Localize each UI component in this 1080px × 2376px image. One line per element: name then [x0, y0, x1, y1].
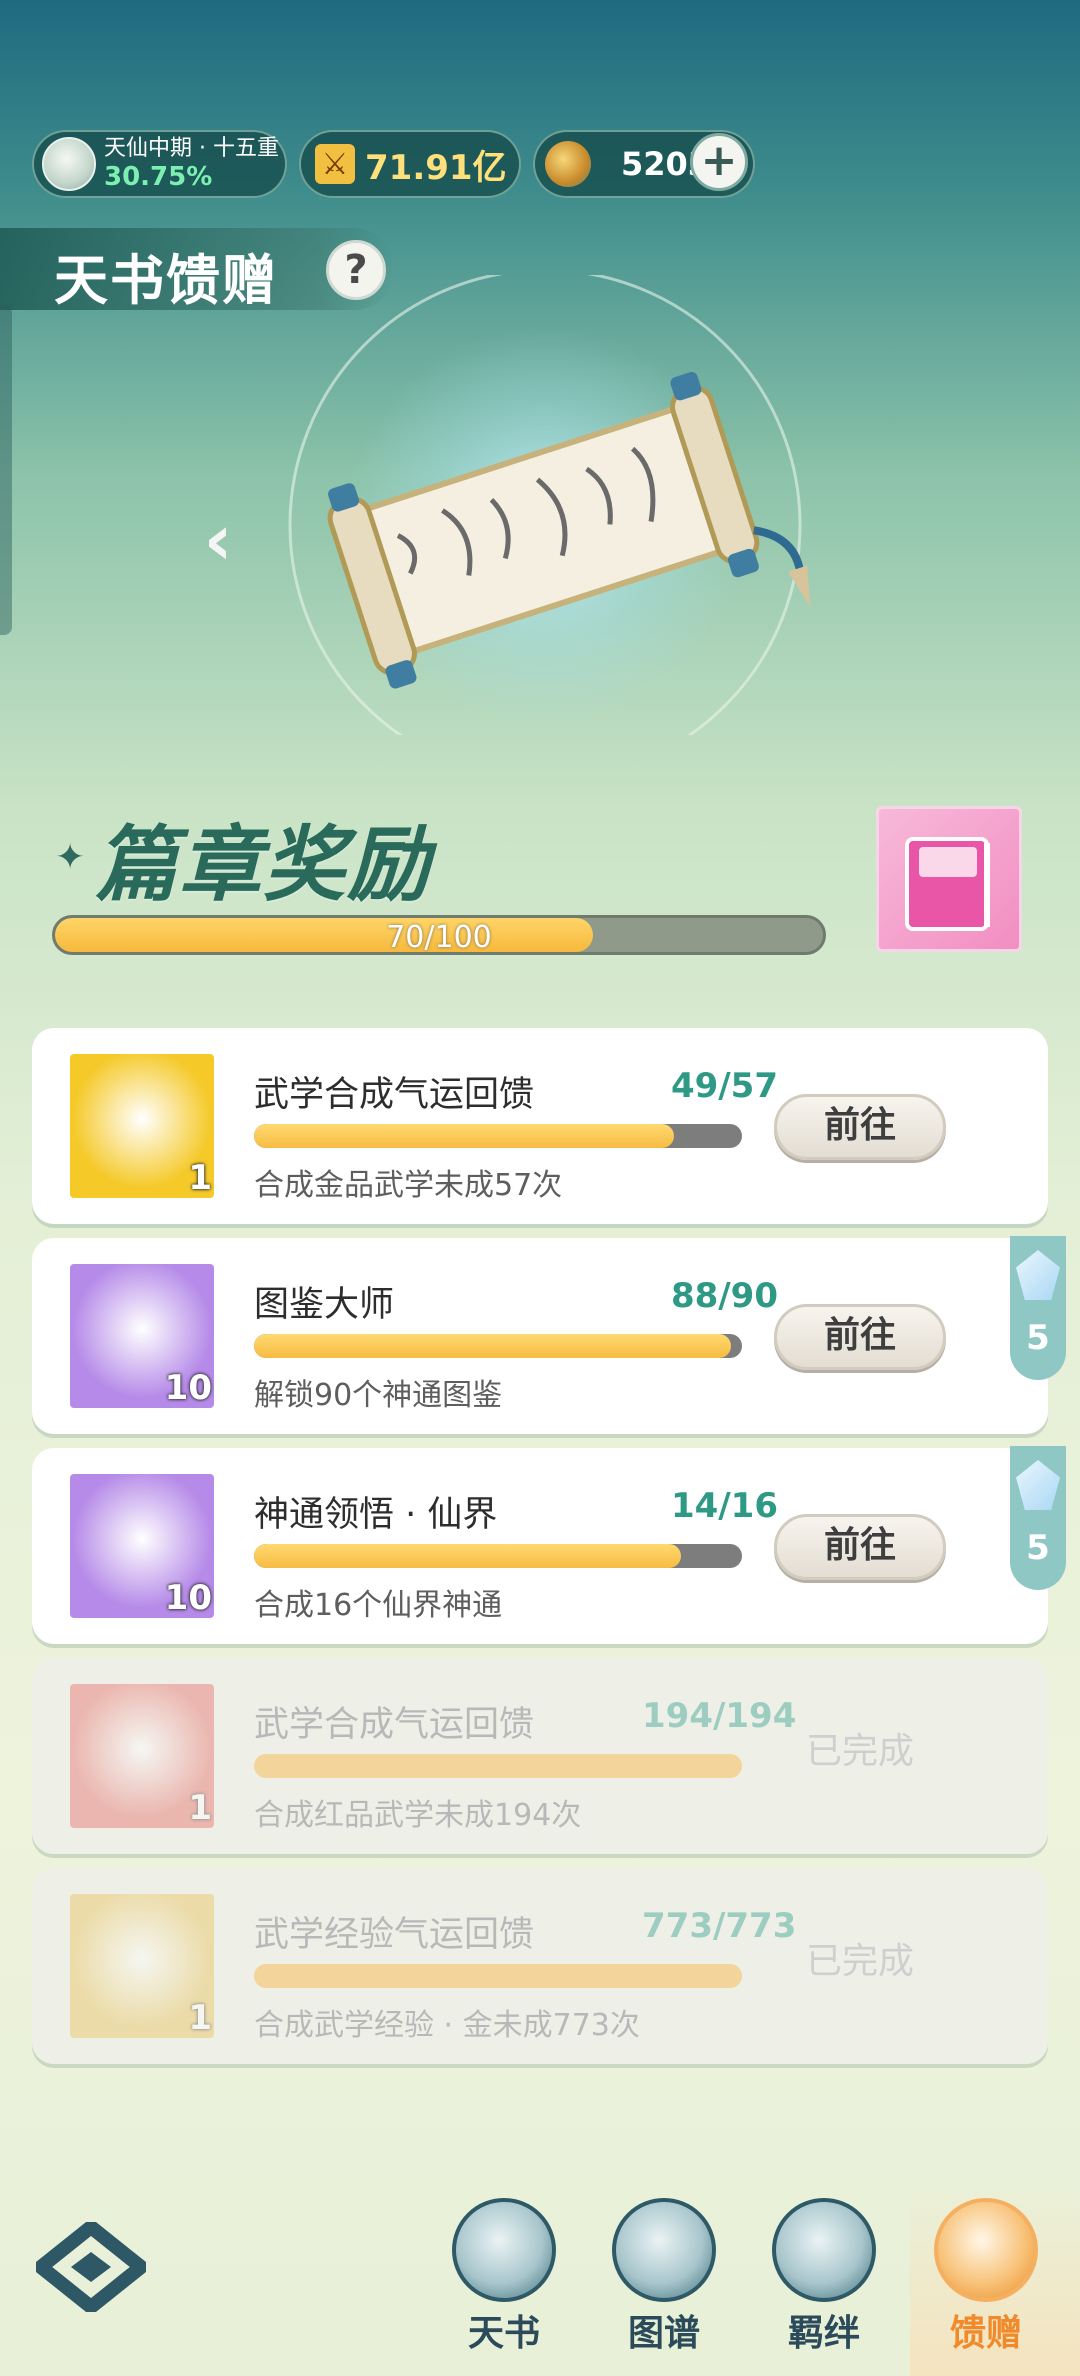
- task-card: 1 武学经验气运回馈 773/773 合成武学经验 · 金未成773次 已完成: [32, 1868, 1048, 2064]
- reward-count: 10: [164, 1578, 212, 1618]
- side-drawer-handle[interactable]: [0, 305, 12, 635]
- task-name: 武学合成气运回馈: [254, 1705, 535, 1745]
- nav-label: 馈赠: [949, 2313, 1022, 2354]
- realm-badge[interactable]: 天仙中期 · 十五重 30.75%: [32, 130, 287, 198]
- jade-coin-icon: [545, 141, 591, 187]
- reward-count: 1: [188, 1788, 212, 1828]
- book-icon: [452, 2198, 556, 2302]
- go-button[interactable]: 前往: [774, 1514, 946, 1580]
- power-value: 71.91亿: [365, 147, 507, 188]
- task-description: 合成16个仙界神通: [254, 1588, 503, 1623]
- task-progress-text: 88/90: [670, 1276, 778, 1316]
- task-progress-bar: [254, 1754, 742, 1778]
- task-progress-bar: [254, 1334, 742, 1358]
- extra-reward-tag[interactable]: 5: [1010, 1446, 1066, 1590]
- red-book-icon: 1: [70, 1684, 214, 1828]
- go-button[interactable]: 前往: [774, 1304, 946, 1370]
- task-list: 1 武学合成气运回馈 49/57 合成金品武学未成57次 前往 10 图鉴大师 88/90 解锁…: [32, 1028, 1066, 2078]
- reward-count: 1: [188, 1158, 212, 1198]
- extra-reward-count: 5: [1026, 1528, 1050, 1568]
- realm-name: 天仙中期 · 十五重: [104, 136, 279, 161]
- task-progress-fill: [254, 1544, 681, 1568]
- go-button[interactable]: 前往: [774, 1094, 946, 1160]
- purple-orb-icon: 10: [70, 1474, 214, 1618]
- task-name: 神通领悟 · 仙界: [254, 1495, 498, 1535]
- extra-reward-count: 5: [1026, 1318, 1050, 1358]
- task-progress-bar: [254, 1544, 742, 1568]
- gold-figure-icon: 1: [70, 1894, 214, 2038]
- task-card: 10 神通领悟 · 仙界 14/16 合成16个仙界神通 前往 5: [32, 1446, 1066, 1644]
- chapter-progress-text: 70/100: [386, 920, 492, 955]
- handshake-icon: [772, 2198, 876, 2302]
- task-card: 1 武学合成气运回馈 49/57 合成金品武学未成57次 前往: [32, 1028, 1048, 1224]
- task-description: 合成金品武学未成57次: [254, 1168, 563, 1203]
- task-progress-fill: [254, 1754, 742, 1778]
- task-progress-fill: [254, 1124, 674, 1148]
- task-progress-fill: [254, 1964, 742, 1988]
- gold-book-icon: 1: [70, 1054, 214, 1198]
- nav-tianshu[interactable]: 天书: [444, 2198, 564, 2356]
- crossed-swords-icon: ⚔: [315, 144, 355, 184]
- chapter-label: 篇章奖励: [95, 818, 432, 913]
- task-progress-text: 773/773: [642, 1906, 797, 1946]
- task-progress-text: 194/194: [642, 1696, 797, 1736]
- task-description: 合成红品武学未成194次: [254, 1798, 582, 1833]
- nav-jiban[interactable]: 羁绊: [764, 2198, 884, 2356]
- task-progress-bar: [254, 1964, 742, 1988]
- chapter-title: ✦ 篇章奖励: [55, 798, 431, 917]
- avatar: [42, 137, 96, 191]
- crystal-icon: [1016, 1250, 1060, 1300]
- task-card: 10 图鉴大师 88/90 解锁90个神通图鉴 前往 5: [32, 1236, 1066, 1434]
- nav-tupu[interactable]: 图谱: [604, 2198, 724, 2356]
- map-icon: [612, 2198, 716, 2302]
- task-name: 武学经验气运回馈: [254, 1915, 535, 1955]
- reward-count: 1: [188, 1998, 212, 2038]
- completed-label: 已完成: [805, 1941, 914, 1982]
- previous-arrow-icon[interactable]: ‹: [190, 505, 246, 575]
- extra-reward-tag[interactable]: 5: [1010, 1236, 1066, 1380]
- scroll-illustration: [288, 275, 811, 735]
- nav-kuizeng[interactable]: 馈赠: [926, 2198, 1046, 2356]
- nav-label: 天书: [467, 2313, 540, 2354]
- nav-label: 羁绊: [787, 2313, 860, 2354]
- completed-label: 已完成: [805, 1731, 914, 1772]
- logo-icon: [29, 2218, 153, 2316]
- sparkle-icon: ✦: [55, 837, 86, 878]
- reward-count: 10: [164, 1368, 212, 1408]
- task-name: 图鉴大师: [254, 1285, 395, 1325]
- gift-bag-icon: [934, 2198, 1038, 2302]
- nav-label: 图谱: [627, 2313, 700, 2354]
- task-progress-fill: [254, 1334, 732, 1358]
- purple-orb-icon: 10: [70, 1264, 214, 1408]
- task-card: 1 武学合成气运回馈 194/194 合成红品武学未成194次 已完成: [32, 1658, 1048, 1854]
- chapter-progress-bar: 70/100: [52, 915, 826, 955]
- task-name: 武学合成气运回馈: [254, 1075, 535, 1115]
- add-currency-button[interactable]: +: [690, 133, 748, 191]
- task-progress-text: 14/16: [670, 1486, 778, 1526]
- task-progress-text: 49/57: [670, 1066, 778, 1106]
- status-bar: 天仙中期 · 十五重 30.75% ⚔ 71.91亿 5203: [32, 130, 755, 198]
- realm-percent: 30.75%: [104, 162, 213, 192]
- crystal-icon: [1016, 1460, 1060, 1510]
- task-description: 解锁90个神通图鉴: [254, 1378, 503, 1413]
- task-description: 合成武学经验 · 金未成773次: [254, 2008, 640, 2043]
- task-progress-bar: [254, 1124, 742, 1148]
- chapter-reward-book-icon[interactable]: [876, 806, 1022, 952]
- power-badge: ⚔ 71.91亿: [299, 130, 521, 198]
